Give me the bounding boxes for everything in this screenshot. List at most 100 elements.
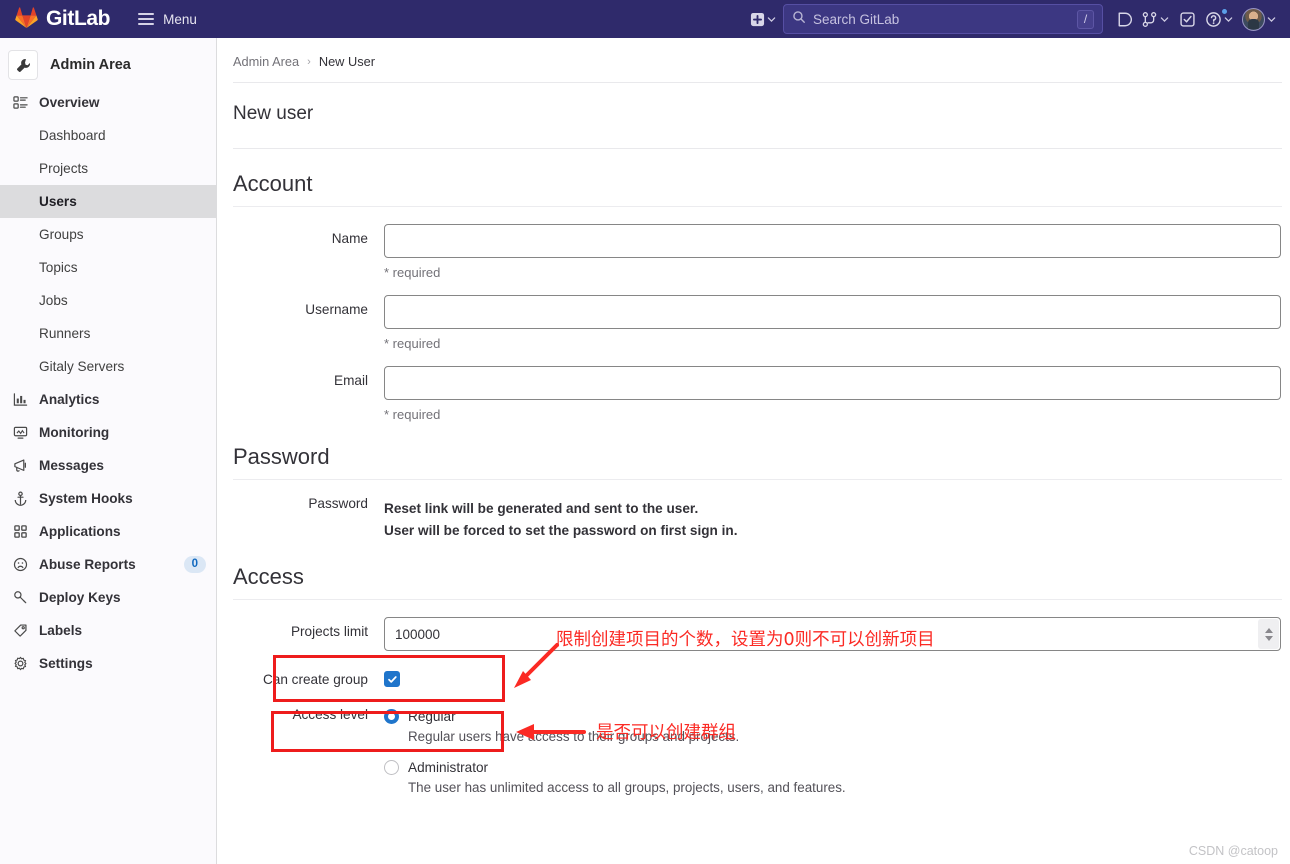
todo-check-icon bbox=[1179, 11, 1196, 28]
name-label: Name bbox=[331, 231, 368, 246]
sidebar-item-label: Monitoring bbox=[39, 425, 110, 440]
name-field-row: Name * required bbox=[217, 207, 1290, 280]
sidebar-item-topics[interactable]: Topics bbox=[0, 251, 216, 284]
access-level-option-description: The user has unlimited access to all gro… bbox=[408, 780, 846, 795]
sidebar-item-system-hooks[interactable]: System Hooks bbox=[0, 482, 216, 515]
todos-button[interactable] bbox=[1174, 4, 1200, 34]
radio-administrator[interactable] bbox=[384, 760, 399, 775]
sidebar-item-label: Projects bbox=[39, 161, 89, 176]
password-label: Password bbox=[308, 496, 368, 511]
grid-apps-icon bbox=[12, 524, 28, 540]
sidebar-item-settings[interactable]: Settings bbox=[0, 647, 216, 680]
gitlab-logo-link[interactable]: GitLab bbox=[0, 0, 111, 38]
password-note-line-2: User will be forced to set the password … bbox=[384, 523, 738, 538]
sidebar-item-label: Gitaly Servers bbox=[39, 359, 125, 374]
overview-icon bbox=[12, 95, 28, 111]
key-icon bbox=[12, 590, 28, 606]
sidebar-item-labels[interactable]: Labels bbox=[0, 614, 216, 647]
breadcrumb-item-new-user[interactable]: New User bbox=[319, 54, 375, 69]
sidebar-item-analytics[interactable]: Analytics bbox=[0, 383, 216, 416]
main-menu-button[interactable]: Menu bbox=[132, 0, 203, 38]
breadcrumb: Admin Area › New User bbox=[217, 38, 1290, 69]
sidebar-item-deploy-keys[interactable]: Deploy Keys bbox=[0, 581, 216, 614]
label-tag-icon bbox=[12, 623, 28, 639]
sidebar-item-label: Jobs bbox=[39, 293, 68, 308]
help-circle-icon bbox=[1205, 11, 1222, 28]
breadcrumb-item-admin-area[interactable]: Admin Area bbox=[233, 54, 299, 69]
search-shortcut-key: / bbox=[1077, 9, 1094, 29]
name-required-hint: * required bbox=[384, 265, 441, 280]
sidebar-item-label: Topics bbox=[39, 260, 78, 275]
merge-requests-button[interactable] bbox=[1137, 4, 1173, 34]
gitlab-admin-new-user-page: GitLab Menu Search GitLab / Admin Area O… bbox=[0, 0, 1290, 864]
sidebar-item-monitoring[interactable]: Monitoring bbox=[0, 416, 216, 449]
sidebar-item-label: Runners bbox=[39, 326, 91, 341]
chevron-down-icon bbox=[1267, 15, 1276, 24]
access-level-option-regular[interactable]: Regular Regular users have access to thei… bbox=[384, 707, 1281, 747]
search-placeholder-text: Search GitLab bbox=[813, 11, 900, 27]
radio-regular[interactable] bbox=[384, 709, 399, 724]
password-section-heading: Password bbox=[233, 444, 330, 469]
help-button[interactable] bbox=[1201, 4, 1237, 34]
sidebar-item-jobs[interactable]: Jobs bbox=[0, 284, 216, 317]
sidebar-item-groups[interactable]: Groups bbox=[0, 218, 216, 251]
sidebar-context-header[interactable]: Admin Area bbox=[0, 44, 216, 86]
sidebar-item-label: Groups bbox=[39, 227, 84, 242]
access-level-option-label: Administrator bbox=[408, 760, 489, 775]
username-label: Username bbox=[305, 302, 368, 317]
password-row: Password Reset link will be generated an… bbox=[217, 480, 1290, 542]
username-required-hint: * required bbox=[384, 336, 441, 351]
can-create-group-label: Can create group bbox=[262, 671, 368, 687]
sidebar-item-abuse-reports[interactable]: Abuse Reports 0 bbox=[0, 548, 216, 581]
projects-limit-stepper[interactable] bbox=[1258, 619, 1279, 649]
top-navbar: GitLab Menu Search GitLab / bbox=[0, 0, 1290, 38]
access-level-option-text: Administrator The user has unlimited acce… bbox=[408, 758, 846, 798]
sidebar-item-label: Overview bbox=[39, 95, 100, 110]
access-level-options: Regular Regular users have access to thei… bbox=[384, 707, 1290, 798]
analytics-chart-icon bbox=[12, 392, 28, 408]
watermark: CSDN @catoop bbox=[1188, 844, 1278, 858]
can-create-group-row: Can create group bbox=[217, 651, 1290, 687]
sidebar-item-badge: 0 bbox=[183, 556, 206, 573]
access-level-option-administrator[interactable]: Administrator The user has unlimited acce… bbox=[384, 758, 1281, 798]
annotation-text-can-create-group: 是否可以创建群组 bbox=[596, 723, 736, 743]
navbar-right-group: Search GitLab / bbox=[746, 0, 1290, 38]
search-input[interactable]: Search GitLab / bbox=[783, 4, 1103, 34]
user-menu-button[interactable] bbox=[1238, 4, 1280, 34]
stepper-up-icon bbox=[1264, 627, 1273, 633]
plus-square-icon bbox=[750, 12, 765, 27]
sidebar-nav-list: Overview Dashboard Projects Users Groups Topi… bbox=[0, 86, 216, 680]
username-field-row: Username * required bbox=[217, 280, 1290, 351]
issues-button[interactable] bbox=[1110, 4, 1136, 34]
megaphone-icon bbox=[12, 458, 28, 474]
issues-icon bbox=[1115, 11, 1132, 28]
sidebar-item-projects[interactable]: Projects bbox=[0, 152, 216, 185]
email-input[interactable] bbox=[384, 366, 1281, 400]
account-section-heading: Account bbox=[233, 171, 313, 196]
can-create-group-checkbox[interactable] bbox=[384, 671, 400, 687]
sidebar-item-runners[interactable]: Runners bbox=[0, 317, 216, 350]
name-input[interactable] bbox=[384, 224, 1281, 258]
sidebar-item-messages[interactable]: Messages bbox=[0, 449, 216, 482]
sidebar-item-users[interactable]: Users bbox=[0, 185, 216, 218]
sidebar-item-dashboard[interactable]: Dashboard bbox=[0, 119, 216, 152]
menu-button-label: Menu bbox=[163, 11, 197, 27]
sidebar-item-label: Labels bbox=[39, 623, 83, 638]
sidebar-item-applications[interactable]: Applications bbox=[0, 515, 216, 548]
merge-request-icon bbox=[1141, 11, 1158, 28]
sidebar-item-label: Settings bbox=[39, 656, 93, 671]
search-icon bbox=[792, 10, 806, 29]
sidebar-item-label: Messages bbox=[39, 458, 104, 473]
sidebar-item-label: Dashboard bbox=[39, 128, 106, 143]
chevron-down-icon bbox=[1224, 15, 1233, 24]
breadcrumb-separator-icon: › bbox=[307, 55, 311, 68]
sidebar-item-label: Deploy Keys bbox=[39, 590, 121, 605]
hamburger-icon bbox=[138, 13, 155, 25]
gear-icon bbox=[12, 656, 28, 672]
email-required-hint: * required bbox=[384, 407, 441, 422]
sidebar-item-overview[interactable]: Overview bbox=[0, 86, 216, 119]
sidebar-item-gitaly-servers[interactable]: Gitaly Servers bbox=[0, 350, 216, 383]
help-notification-dot-icon bbox=[1221, 8, 1228, 15]
create-new-button[interactable] bbox=[746, 4, 780, 34]
username-input[interactable] bbox=[384, 295, 1281, 329]
